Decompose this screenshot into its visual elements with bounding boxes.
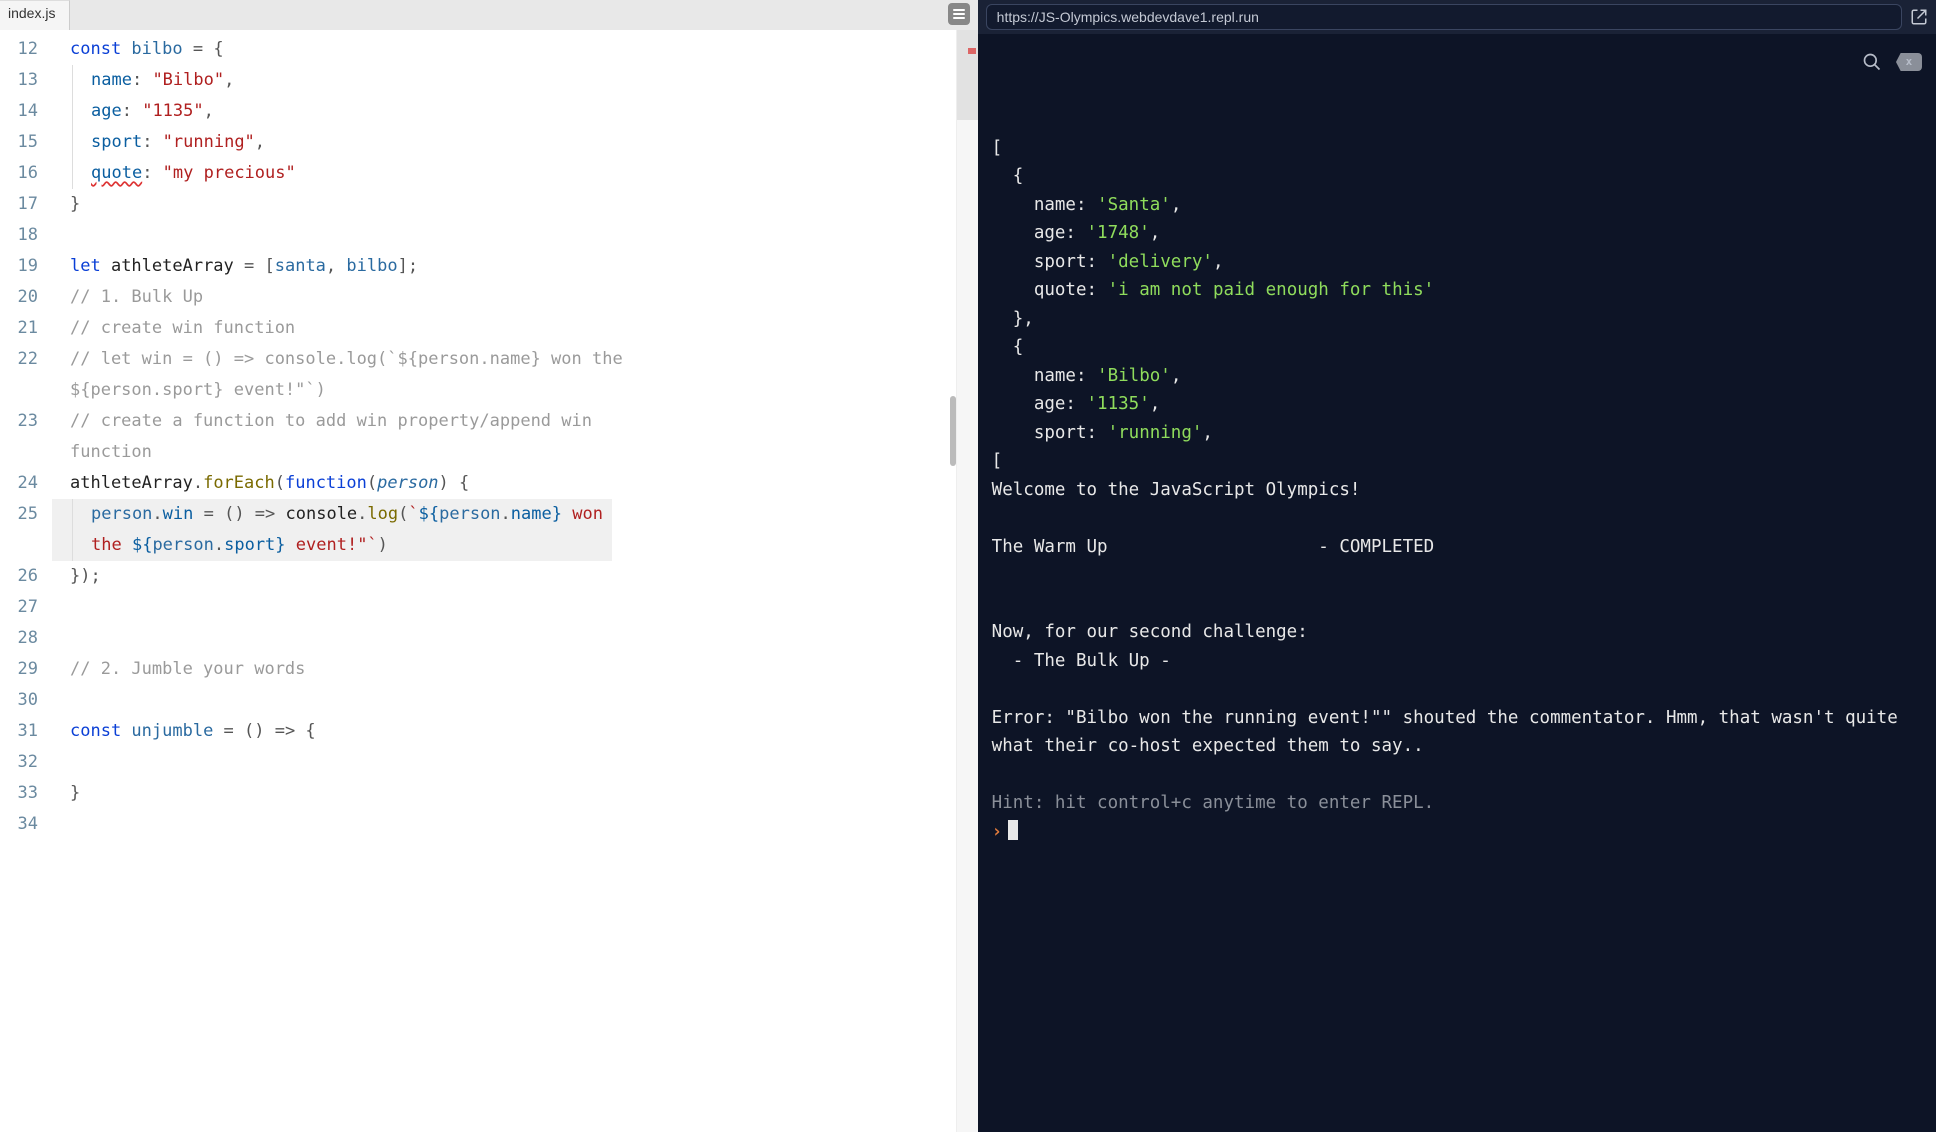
- scrollbar-thumb[interactable]: [950, 396, 956, 466]
- menu-icon[interactable]: [948, 3, 970, 25]
- clear-icon[interactable]: x: [1896, 53, 1922, 71]
- search-icon[interactable]: [1862, 52, 1882, 72]
- line-gutter: 1213141516171819202122232425262728293031…: [0, 30, 52, 1132]
- code-area[interactable]: const bilbo = {name: "Bilbo",age: "1135"…: [52, 30, 978, 1132]
- editor-pane: index.js 1213141516171819202122232425262…: [0, 0, 978, 1132]
- terminal-output[interactable]: x [ { name: 'Santa', age: '1748', sport:…: [978, 34, 1936, 1132]
- code-editor[interactable]: 1213141516171819202122232425262728293031…: [0, 30, 978, 1132]
- url-bar-row: https://JS-Olympics.webdevdave1.repl.run: [978, 0, 1936, 34]
- minimap-viewport[interactable]: [957, 30, 978, 120]
- open-external-icon[interactable]: [1910, 8, 1928, 26]
- run-url-input[interactable]: https://JS-Olympics.webdevdave1.repl.run: [986, 4, 1902, 30]
- minimap-error-mark: [968, 48, 976, 54]
- tab-bar: index.js: [0, 0, 978, 30]
- minimap[interactable]: [956, 30, 978, 1132]
- terminal-pane: https://JS-Olympics.webdevdave1.repl.run…: [978, 0, 1936, 1132]
- terminal-tools: x: [1862, 52, 1922, 72]
- file-tab[interactable]: index.js: [0, 0, 70, 30]
